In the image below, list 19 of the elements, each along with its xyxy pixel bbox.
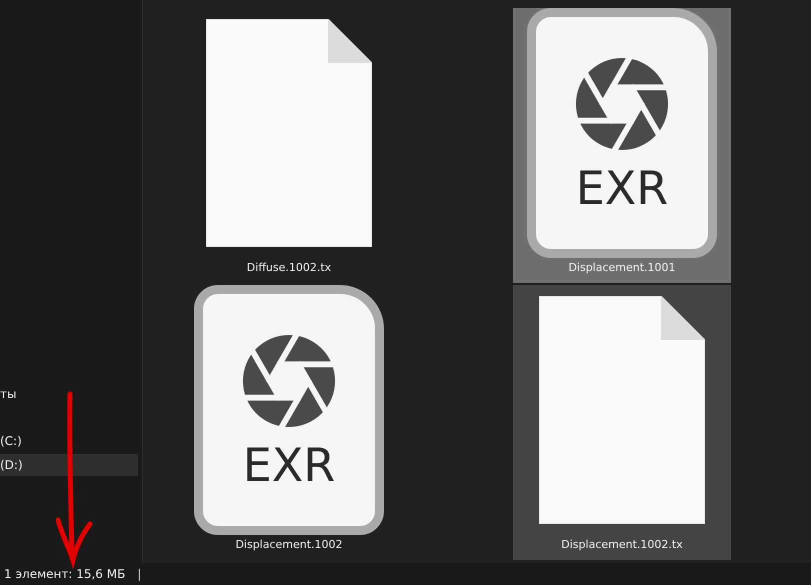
file-name: Displacement.1001 <box>568 261 676 274</box>
file-name: Displacement.1002.tx <box>561 538 683 551</box>
file-tile[interactable]: EXR Displacement.1002 <box>180 285 398 560</box>
file-type-label: EXR <box>576 163 668 214</box>
file-name: Diffuse.1002.tx <box>246 261 332 274</box>
nav-item[interactable]: (D:) <box>0 454 138 476</box>
file-tile[interactable]: Diffuse.1002.tx <box>180 8 398 283</box>
file-tile[interactable]: Displacement.1002.tx <box>513 285 731 560</box>
aperture-icon <box>240 332 338 430</box>
aperture-icon <box>573 55 671 153</box>
nav-item[interactable]: (C:) <box>0 430 138 452</box>
separator: | <box>137 567 142 581</box>
file-tile[interactable]: EXR Displacement.1001 <box>513 8 731 283</box>
file-name: Displacement.1002 <box>235 538 343 551</box>
document-icon <box>539 296 705 524</box>
nav-item[interactable]: ты <box>0 383 138 405</box>
selection-info: 1 элемент: 15,6 МБ <box>4 567 126 581</box>
document-icon <box>206 19 372 247</box>
file-type-label: EXR <box>242 440 336 491</box>
